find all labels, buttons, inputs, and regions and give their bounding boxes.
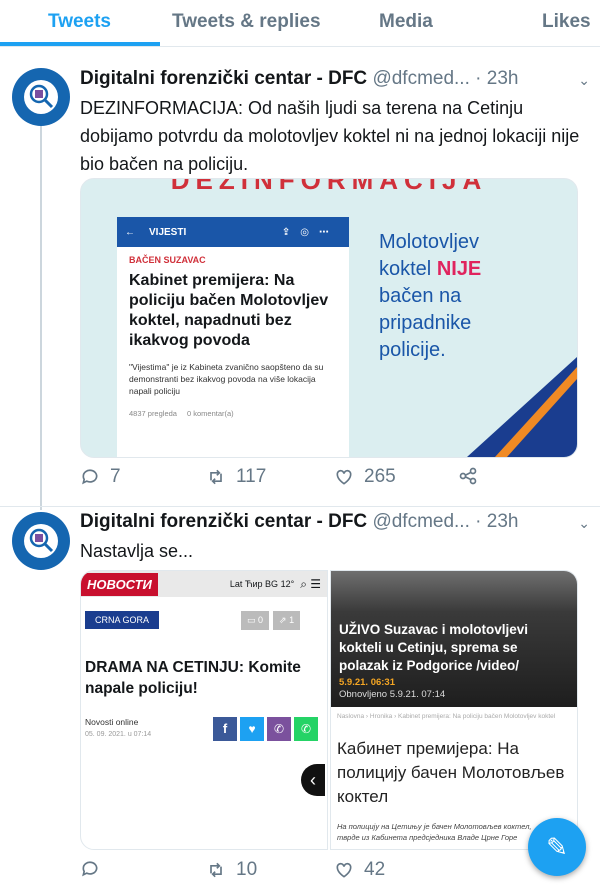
section-tag: CRNA GORA bbox=[85, 611, 160, 629]
article-comments: 0 komentar(a) bbox=[186, 409, 234, 418]
right-date: 5.9.21. 06:31 bbox=[339, 677, 395, 688]
tab-likes[interactable]: Likes bbox=[542, 0, 591, 44]
claim-text-after: bačen na pripadnike policije. bbox=[379, 285, 472, 361]
author-name[interactable]: Digitalni forenzički centar - DFC bbox=[80, 511, 367, 532]
phone-article: ← VIJESTI ⇪◎⋯ BAČEN SUZAVAC Kabinet prem… bbox=[117, 217, 349, 457]
social-buttons: f ♥ ✆ ✆ bbox=[213, 717, 318, 741]
retweet-icon bbox=[210, 469, 222, 485]
author-handle[interactable]: @dfcmed... bbox=[372, 511, 469, 532]
facebook-icon[interactable]: f bbox=[213, 717, 237, 741]
comment-badge: ▭ 0 bbox=[241, 611, 270, 630]
article-kicker: BAČEN SUZAVAC bbox=[129, 255, 206, 265]
divider bbox=[0, 506, 600, 507]
profile-tabs: Tweets Tweets & replies Media Likes bbox=[0, 0, 600, 47]
magnifier-logo-icon bbox=[24, 80, 58, 114]
twitter-icon[interactable]: ♥ bbox=[240, 717, 264, 741]
like-count: 265 bbox=[364, 466, 396, 487]
retweet-count: 10 bbox=[236, 859, 258, 880]
right-lede: На полицију на Цетињу је бачен Молотовље… bbox=[337, 822, 532, 842]
article-body: "Vijestima" je iz Kabineta zvanično saop… bbox=[129, 362, 324, 396]
share-badge: ⇗ 1 bbox=[273, 611, 301, 630]
chevron-down-icon[interactable]: ⌄ bbox=[578, 515, 590, 532]
tweet-header: Digitalni forenzički centar - DFC @dfcme… bbox=[80, 509, 518, 535]
magnifier-logo-icon bbox=[24, 524, 58, 558]
tweet-time[interactable]: · 23h bbox=[475, 511, 518, 532]
left-headline: DRAMA NA CETINJU: Komite napale policiju… bbox=[85, 659, 301, 697]
novosti-logo: НОВОСТИ bbox=[81, 572, 158, 596]
author-name[interactable]: Digitalni forenzički centar - DFC bbox=[80, 68, 367, 89]
back-arrow-icon: ← bbox=[125, 226, 135, 238]
share-count: 1 bbox=[289, 615, 295, 625]
tab-tweets[interactable]: Tweets bbox=[48, 0, 111, 44]
lang-switch: Lat Ћир BG 12° bbox=[229, 579, 295, 589]
tweet-image[interactable]: DEZINFORMACIJA ← VIJESTI ⇪◎⋯ BAČEN SUZAV… bbox=[80, 178, 578, 458]
fact-check-claim: Molotovljev koktel NIJE bačen na pripadn… bbox=[379, 229, 529, 364]
feather-plus-icon: ✎ bbox=[546, 831, 568, 862]
image-top-strip: DEZINFORMACIJA bbox=[170, 178, 488, 195]
tweet-actions: 10 42 bbox=[80, 859, 580, 889]
heart-icon bbox=[336, 469, 352, 485]
article-section: VIJESTI bbox=[149, 226, 187, 238]
avatar[interactable] bbox=[12, 68, 70, 126]
share-icon bbox=[459, 467, 477, 485]
tweet-text: DEZINFORMACIJA: Od naših ljudi sa terena… bbox=[80, 98, 580, 174]
right-headline: UŽIVO Suzavac i molotovljevi kokteli u C… bbox=[339, 622, 529, 673]
article-headline: Kabinet premijera: Na policiju bačen Mol… bbox=[129, 272, 329, 349]
tweet-header: Digitalni forenzički centar - DFC @dfcme… bbox=[80, 66, 518, 92]
reply-icon bbox=[82, 469, 98, 485]
tab-tweets-replies[interactable]: Tweets & replies bbox=[172, 0, 321, 44]
chevron-down-icon[interactable]: ⌄ bbox=[578, 72, 590, 89]
novosti-header: НОВОСТИ Lat Ћир BG 12° ⌕ ☰ bbox=[81, 571, 327, 597]
menu-icon: ⌕ ☰ bbox=[300, 576, 321, 591]
active-tab-indicator bbox=[0, 42, 160, 46]
reply-count: 7 bbox=[110, 466, 121, 487]
tweet-text: Nastavlja se... bbox=[80, 541, 194, 561]
toolbar-icons: ⇪◎⋯ bbox=[281, 226, 339, 238]
compose-tweet-button[interactable]: ✎ bbox=[528, 818, 586, 876]
article-views: 4837 pregleda bbox=[129, 409, 177, 418]
article-toolbar: ← VIJESTI ⇪◎⋯ bbox=[117, 217, 349, 247]
tweet-image-right[interactable]: UŽIVO Suzavac i molotovljevi kokteli u C… bbox=[330, 570, 578, 850]
right-photo: UŽIVO Suzavac i molotovljevi kokteli u C… bbox=[331, 571, 577, 707]
thread-line bbox=[40, 110, 42, 510]
reply-icon bbox=[82, 861, 98, 877]
like-button[interactable]: 265 bbox=[334, 466, 396, 488]
viber-icon[interactable]: ✆ bbox=[267, 717, 291, 741]
whatsapp-icon[interactable]: ✆ bbox=[294, 717, 318, 741]
retweet-button[interactable]: 10 bbox=[206, 859, 257, 881]
share-button[interactable] bbox=[458, 466, 478, 486]
reply-button[interactable] bbox=[80, 859, 110, 879]
retweet-button[interactable]: 117 bbox=[206, 466, 266, 488]
corner-decoration bbox=[467, 357, 577, 457]
retweet-count: 117 bbox=[236, 466, 267, 487]
author-handle[interactable]: @dfcmed... bbox=[372, 68, 469, 89]
like-count: 42 bbox=[364, 859, 386, 880]
like-button[interactable]: 42 bbox=[334, 859, 385, 881]
right-headline-2: Кабинет премијера: На полицију бачен Мол… bbox=[337, 739, 565, 806]
tweet-image-left[interactable]: НОВОСТИ Lat Ћир BG 12° ⌕ ☰ CRNA GORA ▭ 0… bbox=[80, 570, 328, 850]
comment-count: 0 bbox=[258, 615, 264, 625]
right-breadcrumb: Naslovna › Hronika › Kabinet premijera: … bbox=[337, 713, 556, 720]
heart-icon bbox=[336, 862, 352, 878]
tab-media[interactable]: Media bbox=[379, 0, 433, 44]
left-source: Novosti online bbox=[85, 717, 139, 727]
tweet-time[interactable]: · 23h bbox=[475, 68, 518, 89]
claim-highlight: NIJE bbox=[436, 258, 482, 280]
reply-button[interactable]: 7 bbox=[80, 466, 121, 488]
left-date: 05. 09. 2021. u 07:14 bbox=[85, 731, 152, 738]
right-updated: Obnovljeno 5.9.21. 07:14 bbox=[339, 689, 446, 700]
carousel-prev-button[interactable]: ‹ bbox=[301, 764, 325, 796]
retweet-icon bbox=[210, 862, 222, 878]
tweet-actions: 7 117 265 bbox=[80, 466, 580, 496]
avatar[interactable] bbox=[12, 512, 70, 570]
